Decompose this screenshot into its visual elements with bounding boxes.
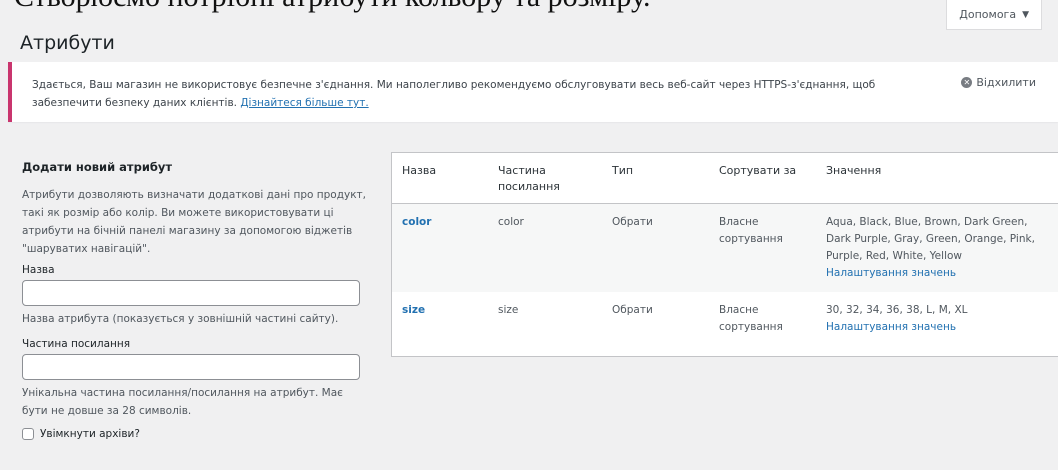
archives-label: Увімкнути архіви? xyxy=(40,428,140,440)
archives-checkbox[interactable] xyxy=(22,428,34,440)
attribute-type: Обрати xyxy=(602,292,709,356)
attribute-type: Обрати xyxy=(602,203,709,292)
dismiss-icon: ✕ xyxy=(961,77,973,88)
name-help: Назва атрибута (показується у зовнішній … xyxy=(22,313,339,325)
attribute-slug: color xyxy=(488,203,602,292)
attribute-slug: size xyxy=(488,292,602,356)
add-attribute-form: Додати новий атрибут Атрибути дозволяють… xyxy=(22,160,367,440)
attributes-table: Назва Частина посилання Тип Сортувати за… xyxy=(391,152,1058,357)
col-header-slug: Частина посилання xyxy=(488,153,602,204)
attribute-name-link[interactable]: size xyxy=(402,304,425,316)
slug-help: Унікальна частина посилання/посилання на… xyxy=(22,387,343,417)
learn-more-link[interactable]: Дізнайтеся більше тут. xyxy=(240,97,368,109)
configure-terms-link[interactable]: Налаштування значень xyxy=(826,319,1050,336)
configure-terms-link[interactable]: Налаштування значень xyxy=(826,265,1050,282)
form-heading: Додати новий атрибут xyxy=(22,160,173,174)
dismiss-button[interactable]: ✕ Відхилити xyxy=(961,76,1036,89)
help-tab-button[interactable]: Допомога ▼ xyxy=(946,0,1042,30)
page-title: Атрибути xyxy=(20,32,115,54)
attribute-order: Власне сортування xyxy=(709,292,816,356)
attribute-terms: 30, 32, 34, 36, 38, L, M, XL xyxy=(826,304,968,316)
slug-label: Частина посилання xyxy=(22,338,131,350)
top-caption: Створюємо потрібні атрибути кольору та р… xyxy=(14,0,651,14)
attribute-order: Власне сортування xyxy=(709,203,816,292)
col-header-type: Тип xyxy=(602,153,709,204)
https-notice: Здається, Ваш магазин не використовує бе… xyxy=(8,62,1058,122)
form-description: Атрибути дозволяють визначати додаткові … xyxy=(22,189,366,255)
caret-down-icon: ▼ xyxy=(1022,9,1029,20)
dismiss-label: Відхилити xyxy=(976,76,1036,89)
col-header-name: Назва xyxy=(392,153,488,204)
slug-input[interactable] xyxy=(22,354,360,380)
notice-message: Здається, Ваш магазин не використовує бе… xyxy=(32,79,876,109)
archives-row: Увімкнути архіви? xyxy=(22,428,367,440)
attribute-terms: Aqua, Black, Blue, Brown, Dark Green, Da… xyxy=(826,216,1035,262)
name-input[interactable] xyxy=(22,280,360,306)
col-header-terms: Значення xyxy=(816,153,1058,204)
help-tab-label: Допомога xyxy=(959,8,1017,21)
attribute-name-link[interactable]: color xyxy=(402,216,431,228)
table-row: color color Обрати Власне сортування Aqu… xyxy=(392,203,1058,292)
col-header-order: Сортувати за xyxy=(709,153,816,204)
notice-text: Здається, Ваш магазин не використовує бе… xyxy=(32,76,912,112)
name-label: Назва xyxy=(22,264,55,276)
table-row: size size Обрати Власне сортування 30, 3… xyxy=(392,292,1058,356)
